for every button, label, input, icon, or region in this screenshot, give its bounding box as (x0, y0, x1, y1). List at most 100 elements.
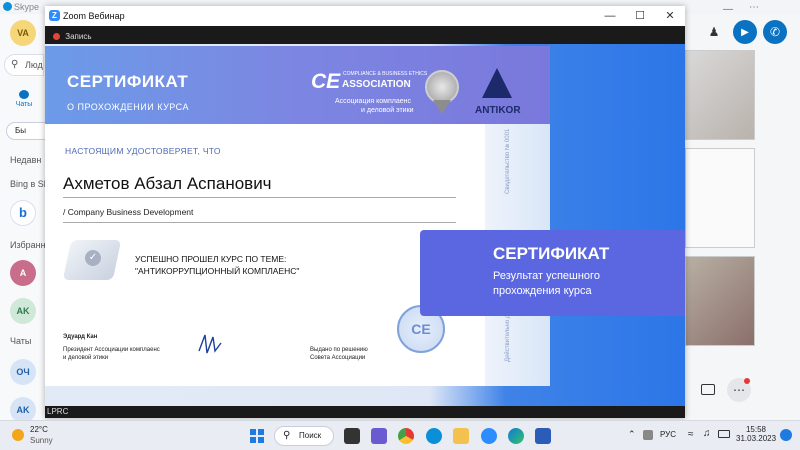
contact-avatar[interactable]: ОЧ (10, 359, 36, 385)
maximize-button[interactable]: ☐ (625, 6, 655, 26)
language-indicator[interactable]: РУС (660, 430, 676, 439)
zoom-window: Z Zoom Вебинар — ☐ ✕ Запись СЕРТИФИКАТ О… (45, 6, 685, 418)
bing-avatar[interactable]: b (10, 200, 36, 226)
antikor-logo: ANTIKOR (475, 105, 521, 116)
shared-screen: СЕРТИФИКАТ О ПРОХОЖДЕНИИ КУРСА CE COMPLI… (45, 44, 685, 406)
word-icon[interactable] (535, 428, 551, 444)
zoom-titlebar: Z Zoom Вебинар — ☐ ✕ (45, 6, 685, 26)
chat-bubble-icon (19, 90, 29, 99)
association-tagline: COMPLIANCE & BUSINESS ETHICS (343, 71, 428, 77)
contact-avatar[interactable]: AK (10, 298, 36, 324)
minimize-button[interactable]: — (595, 6, 625, 26)
weather-temp: 22°C (30, 425, 48, 434)
certifies-label: НАСТОЯЩИМ УДОСТОВЕРЯЕТ, ЧТО (65, 146, 221, 156)
signatory-title-1: Президент Ассоциации комплаенс (63, 347, 160, 353)
ce-logo: CE (311, 70, 341, 93)
contact-avatar[interactable]: А (10, 260, 36, 286)
recording-label: Запись (65, 32, 92, 41)
certificate-header: СЕРТИФИКАТ О ПРОХОЖДЕНИИ КУРСА CE COMPLI… (45, 46, 550, 124)
tray-chevron-icon[interactable]: ⌃ (628, 429, 636, 440)
signatory-title-2: и деловой этики (63, 355, 109, 361)
search-placeholder: Люд (25, 60, 43, 70)
notifications-icon[interactable] (780, 429, 792, 441)
signatory-name: Эдуард Кан (63, 334, 98, 340)
weather-desc: Sunny (30, 436, 53, 445)
zoom-logo-icon: Z (49, 10, 60, 21)
battery-icon[interactable] (718, 430, 730, 438)
favorites-section-label: Избранн (10, 240, 45, 250)
volume-icon[interactable]: ♫ (703, 428, 711, 439)
skype-title: Skype (14, 2, 40, 12)
zoom-title: Zoom Вебинар (63, 11, 125, 21)
certificate-subheading: О ПРОХОЖДЕНИИ КУРСА (67, 102, 189, 112)
taskbar-search-label: Поиск (299, 431, 322, 440)
chats-nav-item[interactable]: Чаты (10, 90, 38, 108)
issued-label-2: Совета Ассоциации (310, 355, 366, 361)
name-divider (63, 197, 456, 198)
record-icon (53, 33, 60, 40)
notification-dot (744, 378, 750, 384)
contact-avatar[interactable]: AK (10, 397, 36, 420)
tray-app-icon[interactable] (643, 430, 653, 440)
participant-bar: LPRC (45, 406, 685, 418)
award-ribbon-icon (433, 100, 451, 114)
seal-text: CE (411, 321, 431, 337)
chats-nav-label: Чаты (15, 101, 33, 108)
chat-app-icon[interactable] (371, 428, 387, 444)
certificate-overlay-banner: СЕРТИФИКАТ Результат успешного прохожден… (420, 230, 685, 316)
sun-icon (12, 429, 24, 441)
clock-date: 31.03.2023 (736, 434, 777, 443)
minimize-icon[interactable]: — (723, 4, 733, 15)
search-icon: ⚲ (11, 59, 19, 70)
vertical-note: Действительно до (505, 311, 511, 362)
more-options-icon[interactable]: ⋯ (749, 2, 759, 13)
taskbar-search[interactable]: ⚲ Поиск (274, 426, 334, 446)
association-logo: ASSOCIATION (342, 79, 411, 90)
close-button[interactable]: ✕ (655, 6, 685, 26)
edge-icon[interactable] (508, 428, 524, 444)
clock-time: 15:58 (745, 425, 767, 434)
certificate-heading: СЕРТИФИКАТ (67, 72, 189, 91)
media-thumbnail[interactable] (685, 50, 755, 140)
video-call-icon[interactable]: ▶ (733, 20, 757, 44)
certificate-body: НАСТОЯЩИМ УДОСТОВЕРЯЕТ, ЧТО Ахметов Абза… (45, 124, 485, 386)
skype-taskbar-icon[interactable] (426, 428, 442, 444)
issued-label-1: Выдано по решению (310, 347, 368, 353)
windows-taskbar: 22°C Sunny ⚲ Поиск ⌃ РУС ≈ ♫ 15:58 31.03… (0, 420, 800, 450)
overlay-line2: прохождения курса (493, 285, 592, 297)
overlay-line1: Результат успешного (493, 270, 600, 282)
weather-widget[interactable]: 22°C Sunny (10, 425, 90, 447)
task-view-icon[interactable] (344, 428, 360, 444)
recipient-name: Ахметов Абзал Аспанович (63, 174, 272, 193)
search-icon: ⚲ (283, 430, 291, 441)
signature-icon (195, 329, 225, 359)
skype-right-panel: — ⋯ ♟ ▶ ✆ ⋯ (685, 2, 800, 420)
user-avatar[interactable]: VA (10, 20, 36, 46)
wifi-icon[interactable]: ≈ (688, 429, 694, 440)
chats-section-label: Чаты (10, 336, 32, 346)
media-thumbnail[interactable] (685, 148, 755, 248)
bots-chip-label: Бы (15, 126, 26, 135)
media-thumbnail[interactable] (685, 256, 755, 346)
search-field[interactable]: ⚲ Люд (4, 54, 44, 76)
checkmark-icon: ✓ (85, 250, 101, 266)
bots-chip[interactable]: Бы (6, 122, 45, 140)
bing-section-label: Bing в Sk (10, 179, 45, 189)
recent-section-label: Недавн (10, 155, 42, 165)
zoom-taskbar-icon[interactable] (481, 428, 497, 444)
vertical-number: Свидетельство № 0001 (505, 128, 511, 194)
association-desc-2: и деловой этики (361, 107, 414, 114)
skype-sidebar: VA ⚲ Люд Чаты Бы Недавн Bing в Sk b Избр… (0, 14, 45, 420)
windows-start-icon[interactable] (249, 428, 265, 444)
course-intro: УСПЕШНО ПРОШЕЛ КУРС ПО ТЕМЕ: (135, 254, 287, 264)
file-explorer-icon[interactable] (453, 428, 469, 444)
award-medal-icon (425, 70, 459, 104)
clock[interactable]: 15:58 31.03.2023 (736, 425, 776, 443)
antikor-a-icon (482, 68, 512, 98)
add-contact-icon[interactable]: ♟ (702, 20, 726, 44)
attach-icon[interactable] (701, 384, 715, 395)
recipient-role: / Company Business Development (63, 207, 194, 217)
chrome-icon[interactable] (398, 428, 414, 444)
phone-call-icon[interactable]: ✆ (763, 20, 787, 44)
participant-name: LPRC (47, 407, 69, 416)
